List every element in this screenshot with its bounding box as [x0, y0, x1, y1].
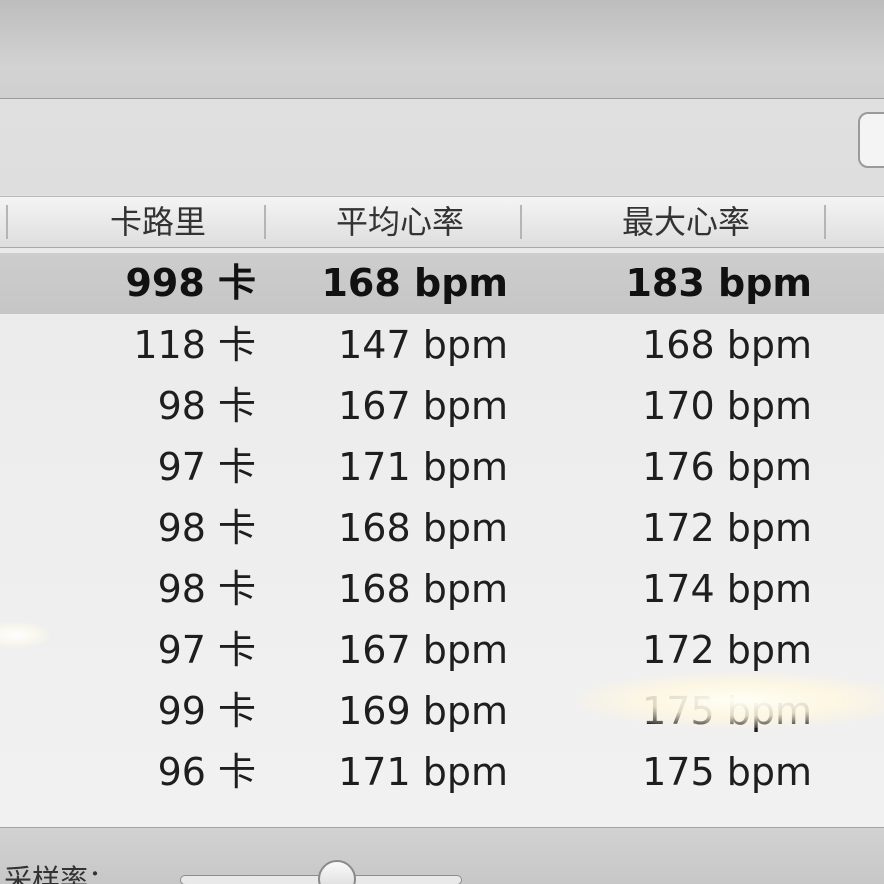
table-row[interactable]: 98 卡 167 bpm 170 bpm	[0, 376, 884, 437]
avg-heart-rate-cell: 167 bpm	[338, 628, 508, 672]
max-heart-rate-cell: 183 bpm	[625, 261, 812, 305]
footer-bar: 采样率：	[0, 827, 884, 884]
avg-heart-rate-cell: 147 bpm	[338, 323, 508, 367]
calories-cell: 98 卡	[157, 384, 256, 428]
table-row[interactable]: 96 卡 171 bpm 175 bpm	[0, 742, 884, 803]
avg-heart-rate-cell: 167 bpm	[338, 384, 508, 428]
avg-heart-rate-cell: 169 bpm	[338, 689, 508, 733]
table-row[interactable]: 97 卡 171 bpm 176 bpm	[0, 437, 884, 498]
calories-cell: 98 卡	[157, 567, 256, 611]
column-header-avg-heart-rate[interactable]: 平均心率	[300, 197, 500, 247]
max-heart-rate-cell: 170 bpm	[642, 384, 812, 428]
avg-heart-rate-cell: 168 bpm	[338, 567, 508, 611]
column-divider[interactable]	[6, 205, 8, 239]
toolbar	[0, 99, 884, 195]
max-heart-rate-cell: 175 bpm	[642, 689, 812, 733]
calories-cell: 118 卡	[133, 323, 256, 367]
column-header-max-heart-rate[interactable]: 最大心率	[560, 197, 812, 247]
avg-heart-rate-cell: 171 bpm	[338, 750, 508, 794]
table-row[interactable]: 98 卡 168 bpm 172 bpm	[0, 498, 884, 559]
search-field[interactable]	[858, 112, 884, 168]
max-heart-rate-cell: 174 bpm	[642, 567, 812, 611]
app-window: 卡路里 平均心率 最大心率 998 卡 168 bpm 183 bpm 118 …	[0, 0, 884, 884]
column-divider[interactable]	[520, 205, 522, 239]
avg-heart-rate-cell: 171 bpm	[338, 445, 508, 489]
table-row[interactable]: 98 卡 168 bpm 174 bpm	[0, 559, 884, 620]
calories-cell: 99 卡	[157, 689, 256, 733]
title-bar	[0, 0, 884, 99]
sample-rate-label: 采样率：	[4, 863, 117, 884]
slider-handle[interactable]	[318, 860, 356, 884]
max-heart-rate-cell: 172 bpm	[642, 506, 812, 550]
table-row[interactable]: 998 卡 168 bpm 183 bpm	[0, 253, 884, 314]
calories-cell: 998 卡	[125, 261, 256, 305]
column-divider[interactable]	[264, 205, 266, 239]
column-divider[interactable]	[824, 205, 826, 239]
table-body: 998 卡 168 bpm 183 bpm 118 卡 147 bpm 168 …	[0, 247, 884, 827]
calories-cell: 96 卡	[157, 750, 256, 794]
avg-heart-rate-cell: 168 bpm	[338, 506, 508, 550]
max-heart-rate-cell: 168 bpm	[642, 323, 812, 367]
table-header: 卡路里 平均心率 最大心率	[0, 196, 884, 248]
max-heart-rate-cell: 175 bpm	[642, 750, 812, 794]
max-heart-rate-cell: 172 bpm	[642, 628, 812, 672]
table-row[interactable]: 118 卡 147 bpm 168 bpm	[0, 315, 884, 376]
column-header-calories[interactable]: 卡路里	[60, 197, 256, 247]
calories-cell: 97 卡	[157, 628, 256, 672]
table-row[interactable]: 97 卡 167 bpm 172 bpm	[0, 620, 884, 681]
avg-heart-rate-cell: 168 bpm	[321, 261, 508, 305]
max-heart-rate-cell: 176 bpm	[642, 445, 812, 489]
table-row[interactable]: 99 卡 169 bpm 175 bpm	[0, 681, 884, 742]
calories-cell: 97 卡	[157, 445, 256, 489]
calories-cell: 98 卡	[157, 506, 256, 550]
